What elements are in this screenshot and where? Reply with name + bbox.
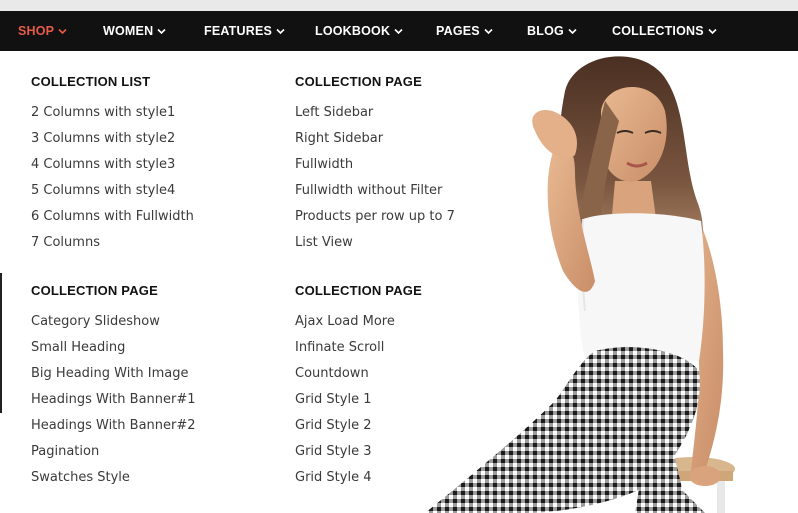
nav-lookbook-label: LOOKBOOK bbox=[315, 24, 391, 38]
chevron-down-icon bbox=[276, 28, 285, 35]
menu-link[interactable]: Countdown bbox=[295, 366, 369, 381]
chevron-down-icon bbox=[394, 28, 403, 35]
menu-link[interactable]: List View bbox=[295, 235, 353, 250]
nav-women-label: WOMEN bbox=[103, 24, 154, 38]
top-strip bbox=[0, 0, 798, 11]
nav-lookbook[interactable]: LOOKBOOK bbox=[315, 11, 403, 51]
nav-pages[interactable]: PAGES bbox=[436, 11, 493, 51]
chevron-down-icon bbox=[484, 28, 493, 35]
menu-link[interactable]: Small Heading bbox=[31, 340, 125, 355]
nav-shop-label: SHOP bbox=[18, 24, 55, 38]
nav-blog[interactable]: BLOG bbox=[527, 11, 577, 51]
nav-collections[interactable]: COLLECTIONS bbox=[612, 11, 717, 51]
menu-link[interactable]: 2 Columns with style1 bbox=[31, 105, 175, 120]
menu-link[interactable]: Grid Style 2 bbox=[295, 418, 371, 433]
menu-link[interactable]: Fullwidth bbox=[295, 157, 353, 172]
promo-model-image bbox=[405, 51, 798, 513]
collection-page-heading: COLLECTION PAGE bbox=[295, 283, 422, 298]
menu-link[interactable]: Category Slideshow bbox=[31, 314, 160, 329]
nav-pages-label: PAGES bbox=[436, 24, 480, 38]
nav-collections-label: COLLECTIONS bbox=[612, 24, 704, 38]
nav-features-label: FEATURES bbox=[204, 24, 273, 38]
menu-link[interactable]: Grid Style 3 bbox=[295, 444, 371, 459]
collection-page-heading: COLLECTION PAGE bbox=[31, 283, 158, 298]
menu-link[interactable]: Grid Style 4 bbox=[295, 470, 371, 485]
menu-link[interactable]: Ajax Load More bbox=[295, 314, 395, 329]
chevron-down-icon bbox=[157, 28, 166, 35]
menu-link[interactable]: 5 Columns with style4 bbox=[31, 183, 175, 198]
nav-women[interactable]: WOMEN bbox=[103, 11, 166, 51]
menu-link[interactable]: Infinate Scroll bbox=[295, 340, 384, 355]
chevron-down-icon bbox=[568, 28, 577, 35]
chevron-down-icon bbox=[58, 28, 67, 35]
menu-link[interactable]: Right Sidebar bbox=[295, 131, 383, 146]
menu-link[interactable]: 3 Columns with style2 bbox=[31, 131, 175, 146]
menu-link[interactable]: Swatches Style bbox=[31, 470, 130, 485]
chevron-down-icon bbox=[708, 28, 717, 35]
menu-link[interactable]: Left Sidebar bbox=[295, 105, 373, 120]
nav-shop[interactable]: SHOP bbox=[18, 11, 67, 51]
menu-link[interactable]: 6 Columns with Fullwidth bbox=[31, 209, 194, 224]
main-navigation: SHOP WOMEN FEATURES LOOKBOOK PAGES BLOG … bbox=[0, 11, 798, 51]
menu-link[interactable]: Grid Style 1 bbox=[295, 392, 371, 407]
nav-features[interactable]: FEATURES bbox=[204, 11, 285, 51]
collection-page-heading: COLLECTION PAGE bbox=[295, 74, 422, 89]
menu-link[interactable]: Headings With Banner#2 bbox=[31, 418, 196, 433]
collection-list-heading: COLLECTION LIST bbox=[31, 74, 151, 89]
menu-link[interactable]: Headings With Banner#1 bbox=[31, 392, 196, 407]
menu-link[interactable]: Big Heading With Image bbox=[31, 366, 189, 381]
panel-edge-shadow bbox=[0, 273, 2, 413]
menu-link[interactable]: Pagination bbox=[31, 444, 99, 459]
menu-link[interactable]: 7 Columns bbox=[31, 235, 100, 250]
nav-blog-label: BLOG bbox=[527, 24, 564, 38]
menu-link[interactable]: 4 Columns with style3 bbox=[31, 157, 175, 172]
